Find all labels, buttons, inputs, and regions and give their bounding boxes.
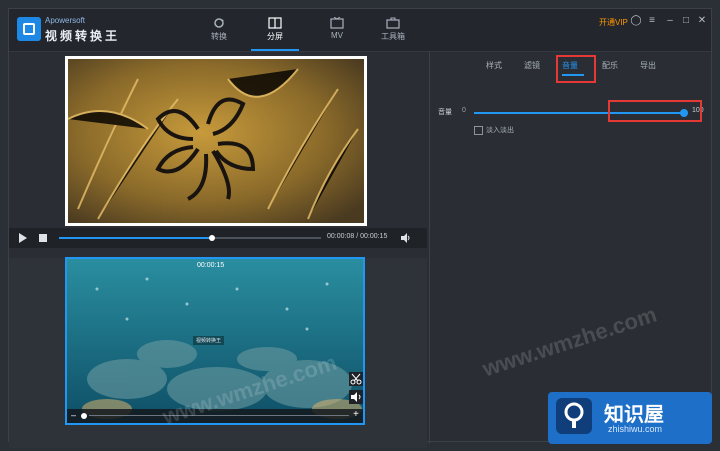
clip-duration: 00:00:15 <box>197 262 225 269</box>
user-icon[interactable]: ◯ <box>629 14 643 28</box>
tab-filter[interactable]: 滤镜 <box>524 60 540 71</box>
playback-controls: 00:00:08 / 00:00:15 <box>9 228 427 248</box>
clip-handle[interactable] <box>81 413 87 419</box>
volume-icon[interactable] <box>401 233 411 243</box>
refresh-icon <box>211 17 227 29</box>
tv-icon <box>329 16 345 29</box>
tab-label: 转换 <box>211 32 227 41</box>
badge-url: zhishiwu.com <box>608 424 663 434</box>
scissors-icon[interactable] <box>349 372 363 386</box>
fade-checkbox[interactable] <box>474 126 483 135</box>
tab-label: 分屏 <box>267 32 283 41</box>
app-window: Apowersoft 视频转换王 转换 分屏 MV 工具箱 开通VIP ◯ ≡ … <box>8 8 712 448</box>
tab-label: MV <box>331 31 343 40</box>
stop-icon[interactable] <box>39 234 47 242</box>
title-bar: Apowersoft 视频转换王 转换 分屏 MV 工具箱 开通VIP ◯ ≡ … <box>9 9 711 52</box>
clip-watermark-label: 视频转换王 <box>193 336 225 345</box>
split-screen-icon <box>267 17 283 29</box>
tab-split-screen[interactable]: 分屏 <box>251 17 299 51</box>
zoom-out-icon[interactable]: – <box>71 410 76 420</box>
maximize-icon[interactable]: □ <box>679 14 693 28</box>
seek-bar[interactable] <box>59 235 321 241</box>
zoom-in-icon[interactable]: + <box>353 409 359 420</box>
toolbox-icon <box>385 17 401 29</box>
close-icon[interactable]: ✕ <box>695 14 709 28</box>
fade-label: 淡入淡出 <box>486 127 514 134</box>
settings-pane: 样式 滤镜 音量 配乐 导出 音量 0 100 淡入淡出 <box>429 52 711 444</box>
volume-label: 音量 <box>438 109 452 116</box>
tab-style[interactable]: 样式 <box>486 60 502 71</box>
brand-label: Apowersoft <box>45 16 86 25</box>
play-icon[interactable] <box>19 233 27 243</box>
seek-handle[interactable] <box>209 235 215 241</box>
highlight-box <box>608 100 702 122</box>
preview-pane: 00:00:08 / 00:00:15 00:00:15 视频转换王 – + <box>9 52 427 448</box>
active-tab-underline <box>562 74 584 76</box>
video-frame-coral <box>68 59 364 223</box>
tab-toolbox[interactable]: 工具箱 <box>373 17 413 51</box>
vip-button[interactable]: 开通VIP <box>599 17 628 28</box>
volume-min: 0 <box>462 107 466 114</box>
tab-convert[interactable]: 转换 <box>199 17 239 51</box>
main-preview <box>65 56 367 226</box>
tab-mv[interactable]: MV <box>317 16 357 51</box>
time-display: 00:00:08 / 00:00:15 <box>327 233 388 240</box>
site-badge: 知识屋 zhishiwu.com <box>548 392 712 444</box>
tab-export[interactable]: 导出 <box>640 60 656 71</box>
badge-title: 知识屋 <box>604 404 664 426</box>
minimize-icon[interactable]: – <box>663 14 677 28</box>
menu-icon[interactable]: ≡ <box>645 14 659 28</box>
app-name: 视频转换王 <box>45 29 121 43</box>
tab-label: 工具箱 <box>381 32 405 41</box>
app-logo-icon <box>17 17 41 41</box>
clip-volume-icon[interactable] <box>349 390 363 404</box>
highlight-box <box>556 55 596 83</box>
tab-music[interactable]: 配乐 <box>602 60 618 71</box>
